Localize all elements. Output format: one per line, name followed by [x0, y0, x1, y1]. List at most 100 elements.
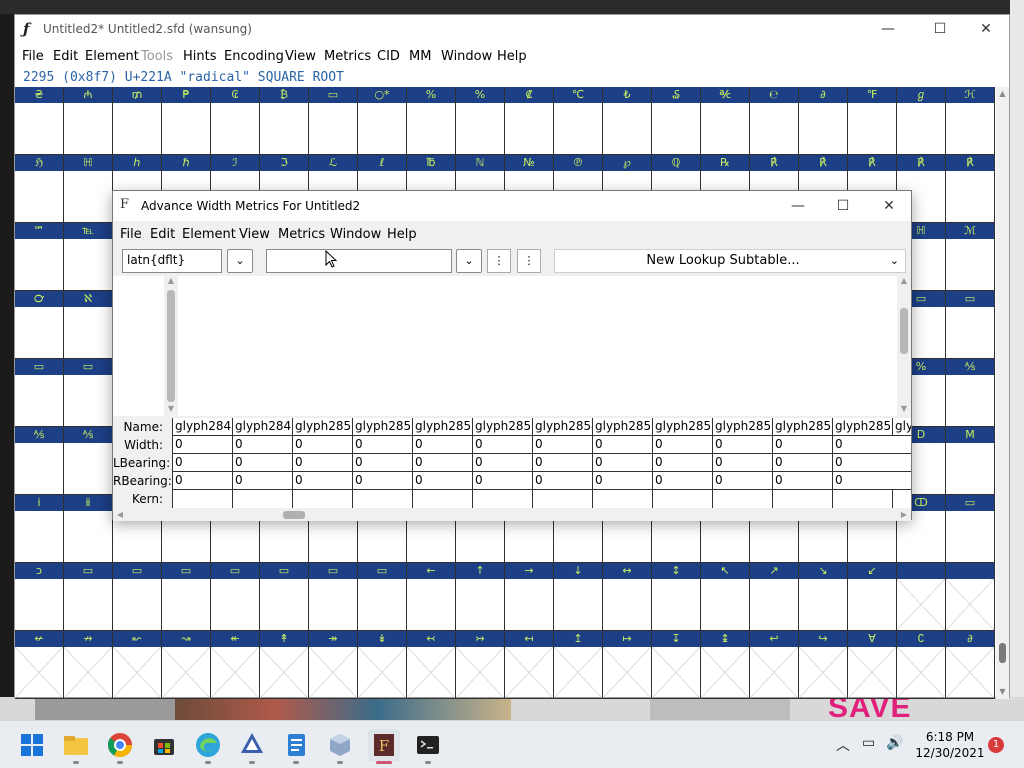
feature-dropdown-chevron-icon[interactable]: ⌄ — [456, 249, 482, 273]
metrics-horizontal-scrollbar[interactable]: ◀ ▶ — [113, 509, 911, 521]
metrics-cell[interactable]: 0 — [532, 472, 592, 489]
preview-left-scrollbar[interactable]: ▲ ▼ — [164, 276, 178, 416]
metrics-cell[interactable] — [892, 490, 911, 508]
glyph-cell[interactable]: ₱ — [162, 87, 211, 155]
glyph-cell[interactable]: ∁ — [897, 631, 946, 699]
metrics-cell[interactable]: glyph2860 — [892, 418, 911, 435]
metrics-cell[interactable]: 0 — [532, 454, 592, 471]
glyph-cell[interactable]: ↘ — [799, 563, 848, 631]
glyph-cell[interactable]: ← — [407, 563, 456, 631]
glyph-cell[interactable]: ⅍ — [15, 427, 64, 495]
metrics-cell[interactable]: 0 — [592, 454, 652, 471]
glyph-cell[interactable]: M — [946, 427, 995, 495]
metrics-cell[interactable]: 0 — [832, 436, 892, 453]
glyph-cell[interactable]: ₷ — [652, 87, 701, 155]
metrics-cell[interactable] — [232, 490, 292, 508]
metrics-cell[interactable]: 0 — [292, 472, 352, 489]
metrics-menu-view[interactable]: View — [239, 227, 270, 242]
chevron-up-icon[interactable]: ︿ — [836, 735, 850, 755]
metrics-cell[interactable]: 0 — [712, 436, 772, 453]
chrome-icon[interactable] — [104, 729, 136, 764]
metrics-menu-metrics[interactable]: Metrics — [278, 227, 325, 242]
metrics-cell[interactable]: glyph2852 — [412, 418, 472, 435]
glyph-cell[interactable]: ℟ — [946, 155, 995, 223]
glyph-cell[interactable]: ₢ — [211, 87, 260, 155]
metrics-cell[interactable]: 0 — [232, 472, 292, 489]
minimize-button[interactable]: — — [865, 15, 911, 43]
menu-mm[interactable]: MM — [409, 49, 431, 64]
scroll-thumb[interactable] — [999, 643, 1006, 663]
glyph-cell[interactable]: ⅍ — [946, 359, 995, 427]
metrics-cell[interactable]: 0 — [832, 454, 892, 471]
glyph-cell[interactable]: ↛ — [64, 631, 113, 699]
glyph-cell[interactable]: ↧ — [652, 631, 701, 699]
glyph-cell[interactable] — [897, 563, 946, 631]
menu-help[interactable]: Help — [497, 49, 527, 64]
glyph-cell[interactable]: ℠ — [15, 223, 64, 291]
metrics-cell[interactable]: glyph2854 — [532, 418, 592, 435]
glyph-cell[interactable]: ↓ — [554, 563, 603, 631]
glyph-cell[interactable]: ℋ — [946, 87, 995, 155]
metrics-cell[interactable]: 0 — [352, 436, 412, 453]
start-icon[interactable] — [16, 729, 48, 761]
metrics-cell[interactable]: 0 — [652, 436, 712, 453]
metrics-menu-edit[interactable]: Edit — [150, 227, 175, 242]
metrics-cell[interactable]: 0 — [652, 472, 712, 489]
menu-metrics[interactable]: Metrics — [324, 49, 371, 64]
metrics-cell[interactable]: 0 — [412, 472, 472, 489]
menu-edit[interactable]: Edit — [53, 49, 78, 64]
glyph-cell[interactable]: ₴ — [15, 87, 64, 155]
scroll-down-arrow-icon[interactable]: ▼ — [996, 687, 1009, 696]
glyph-cell[interactable]: ▭ — [358, 563, 407, 631]
glyph-cell[interactable]: ▭ — [113, 563, 162, 631]
metrics-cell[interactable]: 0 — [412, 454, 472, 471]
glyph-cell[interactable]: ▭ — [211, 563, 260, 631]
clock[interactable]: 6:18 PM 12/30/2021 — [912, 729, 988, 761]
metrics-cell[interactable] — [532, 490, 592, 508]
metrics-cell[interactable]: 0 — [352, 472, 412, 489]
metrics-cell[interactable]: glyph2856 — [652, 418, 712, 435]
metrics-cell[interactable]: 0 — [412, 436, 472, 453]
notepad-icon[interactable] — [280, 729, 312, 764]
glyph-cell[interactable]: ○* — [358, 87, 407, 155]
glyph-cell[interactable]: ↚ — [15, 631, 64, 699]
glyph-cell[interactable]: ▭ — [260, 563, 309, 631]
metrics-cell[interactable]: glyph2858 — [772, 418, 832, 435]
script-combo[interactable]: latn{dflt} — [122, 249, 222, 273]
glyph-cell[interactable]: ↪ — [799, 631, 848, 699]
lookup-subtable-select[interactable]: New Lookup Subtable... ⌄ — [554, 249, 906, 273]
scroll-down-arrow-icon[interactable]: ▼ — [164, 404, 178, 413]
metrics-cell[interactable] — [832, 490, 892, 508]
metrics-cell[interactable]: glyph2853 — [472, 418, 532, 435]
metrics-cell[interactable] — [172, 490, 232, 508]
glyph-cell[interactable]: ↖ — [701, 563, 750, 631]
metrics-cell[interactable]: 0 — [172, 472, 232, 489]
maximize-button[interactable]: ☐ — [917, 15, 963, 43]
metrics-close-button[interactable]: ✕ — [866, 192, 912, 220]
glyph-cell[interactable]: ▭ — [309, 87, 358, 155]
glyph-cell[interactable] — [946, 563, 995, 631]
menu-element[interactable]: Element — [85, 49, 139, 64]
metrics-cell[interactable]: 0 — [592, 472, 652, 489]
display-icon[interactable]: ▭ — [862, 735, 875, 751]
glyph-cell[interactable]: ↔ — [603, 563, 652, 631]
glyph-cell[interactable]: ₡ — [505, 87, 554, 155]
glyph-cell[interactable]: ↞ — [211, 631, 260, 699]
glyph-cell[interactable]: ℮ — [750, 87, 799, 155]
metrics-cell[interactable] — [472, 490, 532, 508]
glyph-cell[interactable]: ₥ — [113, 87, 162, 155]
metrics-cell[interactable]: 0 — [232, 454, 292, 471]
metrics-menu-help[interactable]: Help — [387, 227, 417, 242]
glyph-cell[interactable]: ℍ — [64, 155, 113, 223]
metrics-cell[interactable] — [592, 490, 652, 508]
glyph-cell[interactable]: ↠ — [309, 631, 358, 699]
close-button[interactable]: ✕ — [963, 15, 1009, 43]
metrics-cell[interactable]: 0 — [532, 436, 592, 453]
glyph-cell[interactable]: ℺ — [15, 291, 64, 359]
metrics-cell[interactable]: 0 — [652, 454, 712, 471]
glyph-cell[interactable]: ℡ — [64, 223, 113, 291]
fontview-titlebar[interactable]: ƒ Untitled2* Untitled2.sfd (wansung) — ☐… — [15, 15, 1009, 43]
scroll-thumb[interactable] — [167, 290, 175, 402]
glyph-cell[interactable]: ↩ — [750, 631, 799, 699]
metrics-minimize-button[interactable]: — — [775, 192, 821, 220]
